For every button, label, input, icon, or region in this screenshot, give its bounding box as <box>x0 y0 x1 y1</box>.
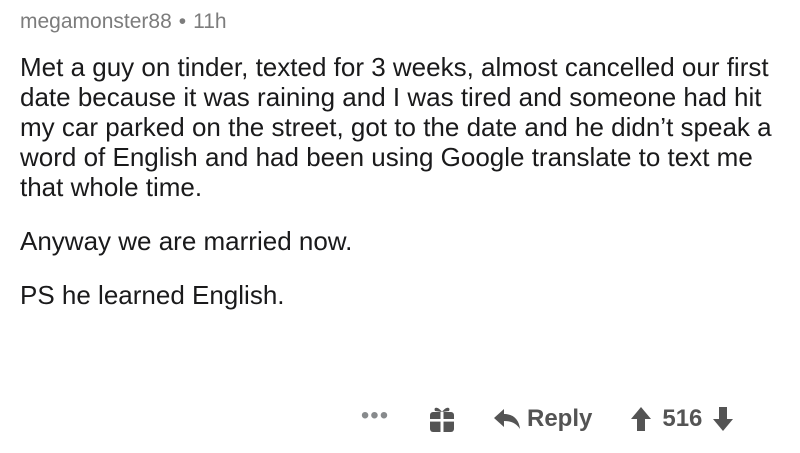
timestamp[interactable]: 11h <box>193 10 226 33</box>
comment-meta: megamonster88 • 11h <box>20 8 227 36</box>
comment: megamonster88 • 11h Met a guy on tinder, t… <box>20 0 790 453</box>
vote-controls: 516 <box>630 405 734 433</box>
comment-paragraph: PS he learned English. <box>20 280 285 310</box>
comment-actions: ••• Reply 516 <box>355 397 734 441</box>
username[interactable]: megamonster88 <box>20 10 172 33</box>
gift-icon[interactable] <box>427 404 457 434</box>
vote-count: 516 <box>662 405 703 432</box>
reply-label: Reply <box>527 405 593 432</box>
upvote-arrow-icon[interactable] <box>630 406 652 432</box>
comment-paragraph: Anyway we are married now. <box>20 226 353 256</box>
comment-paragraph: Met a guy on tinder, texted for 3 weeks,… <box>20 52 772 202</box>
comment-body: Met a guy on tinder, texted for 3 weeks,… <box>20 52 780 334</box>
separator-dot: • <box>178 10 187 33</box>
more-options-icon[interactable]: ••• <box>355 404 395 428</box>
reply-button[interactable]: Reply <box>493 405 592 433</box>
downvote-arrow-icon[interactable] <box>712 406 734 432</box>
reply-arrow-icon <box>493 407 521 431</box>
